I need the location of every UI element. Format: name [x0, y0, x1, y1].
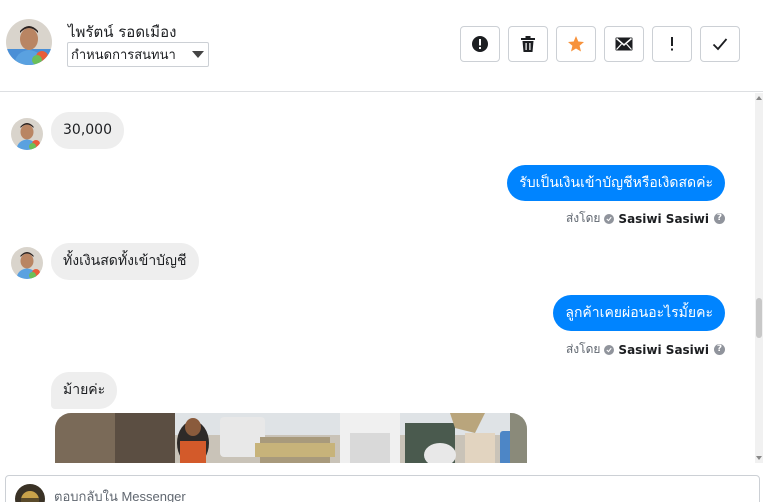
sent-by-label: ส่งโดย — [565, 342, 601, 356]
help-icon[interactable]: ? — [714, 213, 725, 224]
delete-button[interactable] — [508, 26, 548, 62]
incoming-message: ทั้งเงินสดทั้งเข้าบัญชี — [51, 243, 199, 280]
mark-done-button[interactable] — [700, 26, 740, 62]
conversation-header: ไพรัตน์ รอดเมือง กำหนดการสนทนา — [0, 0, 763, 92]
incoming-message: 30,000 — [51, 112, 124, 149]
follow-up-button[interactable] — [652, 26, 692, 62]
outgoing-message: ลูกค้าเคยผ่อนอะไรมั้ยคะ — [553, 295, 725, 331]
sent-by-info: ส่งโดย Sasiwi Sasiwi ? — [566, 340, 725, 359]
conversation-label-select[interactable]: กำหนดการสนทนา — [67, 42, 209, 67]
reply-composer — [5, 475, 760, 502]
contact-avatar[interactable] — [6, 19, 52, 65]
spam-button[interactable] — [460, 26, 500, 62]
incoming-message: ม้ายค่ะ — [51, 372, 118, 409]
page-avatar — [15, 484, 45, 502]
outgoing-message: รับเป็นเงินเข้าบัญชีหรือเงิดสดค่ะ — [507, 165, 725, 201]
sent-by-agent[interactable]: Sasiwi Sasiwi — [618, 212, 709, 226]
contact-name: ไพรัตน์ รอดเมือง — [68, 23, 177, 41]
conversation-thread[interactable]: 30,000 รับเป็นเงินเข้าบัญชีหรือเงิดสดค่ะ… — [0, 93, 755, 463]
scroll-down-arrow-icon[interactable] — [756, 456, 762, 460]
envelope-icon — [615, 37, 633, 51]
star-button[interactable] — [556, 26, 596, 62]
conversation-scrollbar[interactable] — [755, 93, 763, 463]
alert-circle-icon — [472, 36, 488, 52]
sent-by-agent[interactable]: Sasiwi Sasiwi — [618, 343, 709, 357]
trash-icon — [521, 36, 535, 52]
star-icon — [568, 36, 584, 52]
sent-by-label: ส่งโดย — [565, 211, 601, 225]
image-attachment[interactable] — [55, 413, 527, 463]
verified-check-icon — [604, 344, 615, 355]
contact-avatar — [11, 118, 43, 150]
scroll-up-arrow-icon[interactable] — [756, 96, 762, 100]
checkmark-icon — [712, 38, 728, 51]
header-toolbar — [460, 26, 740, 62]
verified-check-icon — [604, 213, 615, 224]
exclamation-icon — [671, 37, 673, 51]
reply-input[interactable] — [54, 489, 654, 502]
contact-avatar — [11, 247, 43, 279]
scrollbar-thumb[interactable] — [756, 298, 762, 338]
label-select-value: กำหนดการสนทนา — [71, 48, 176, 63]
mark-unread-button[interactable] — [604, 26, 644, 62]
sent-by-info: ส่งโดย Sasiwi Sasiwi ? — [566, 209, 725, 228]
help-icon[interactable]: ? — [714, 344, 725, 355]
caret-down-icon — [192, 51, 204, 58]
